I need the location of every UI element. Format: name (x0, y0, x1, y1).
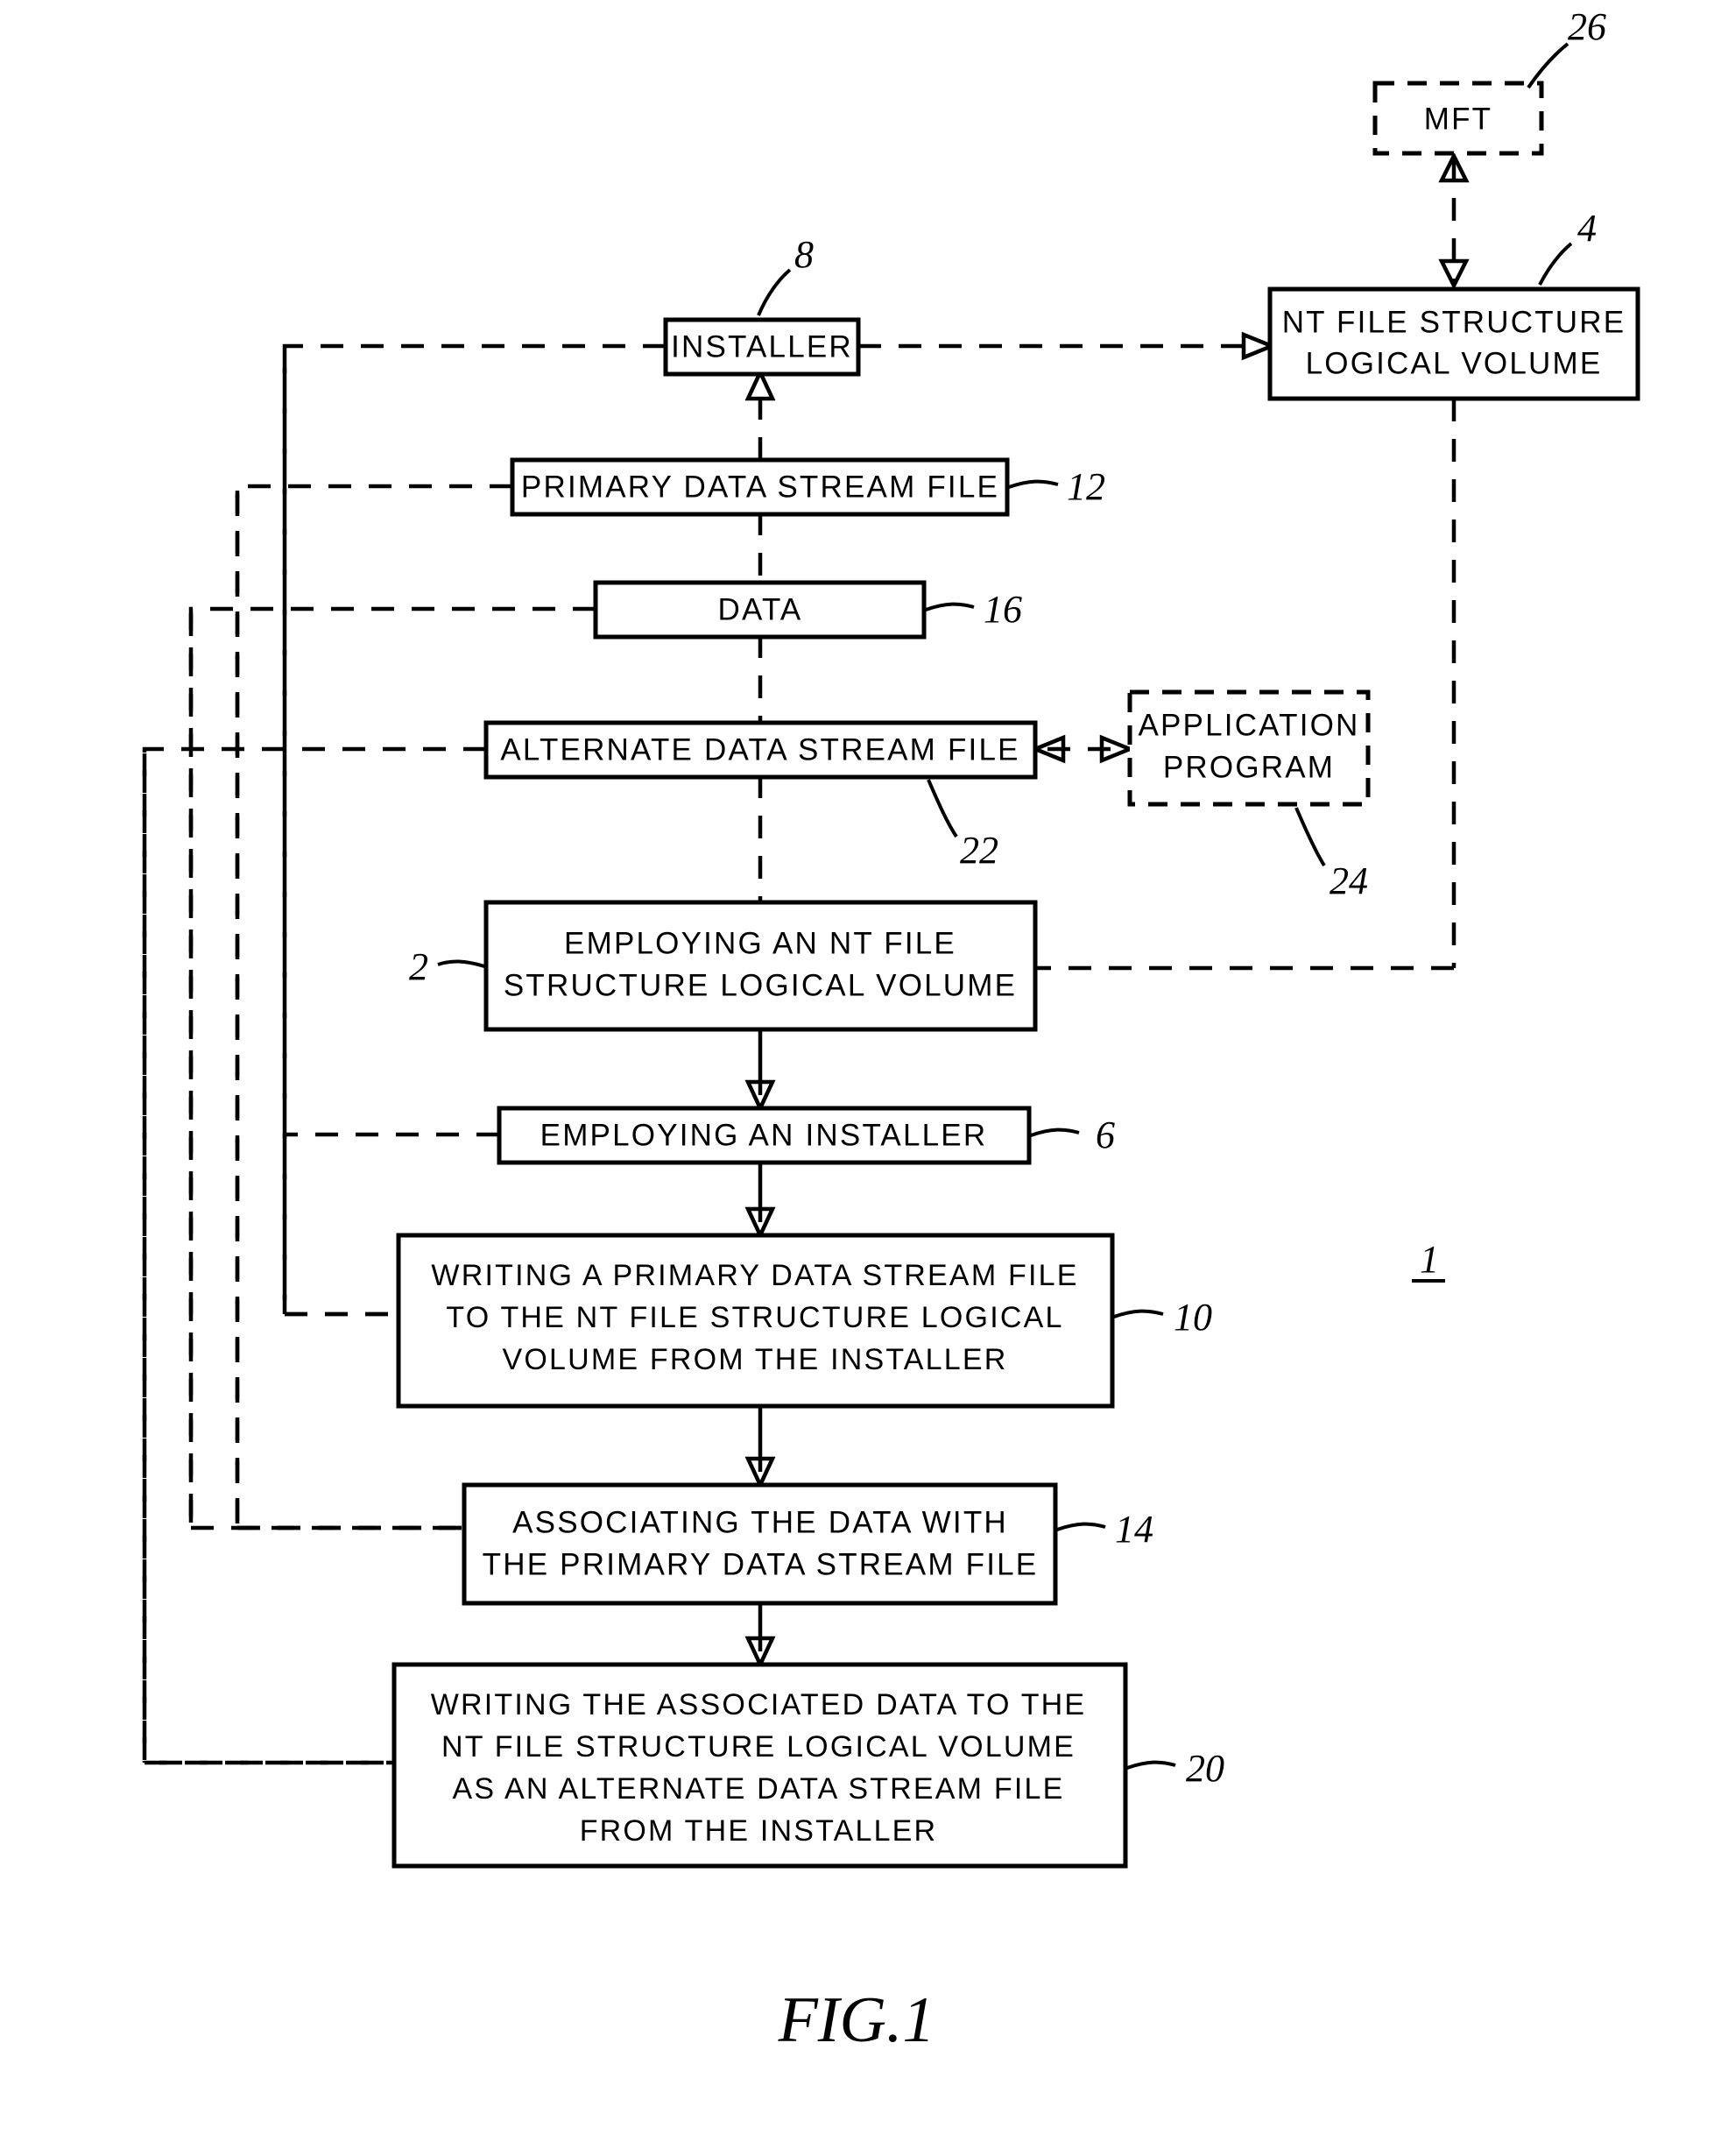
reference-numeral-12: 12 (1008, 465, 1105, 508)
box-mft-label: MFT (1424, 102, 1493, 136)
reference-numeral-10-text: 10 (1174, 1296, 1212, 1339)
reference-numeral-2-text: 2 (409, 945, 428, 988)
reference-numeral-4: 4 (1538, 207, 1597, 286)
reference-numeral-6-text: 6 (1096, 1113, 1115, 1156)
reference-numeral-24-text: 24 (1330, 859, 1368, 902)
box-step-writing-primary-line2: TO THE NT FILE STRUCTURE LOGICAL (446, 1301, 1063, 1334)
reference-numeral-10: 10 (1113, 1296, 1212, 1339)
reference-numeral-12-text: 12 (1067, 465, 1105, 508)
reference-numeral-20-text: 20 (1186, 1747, 1224, 1790)
reference-numeral-1-text: 1 (1420, 1238, 1439, 1281)
box-primary-data-stream-file-label: PRIMARY DATA STREAM FILE (521, 470, 999, 504)
flow-arrow-step6-to-step10 (744, 1161, 776, 1241)
reference-numeral-4-text: 4 (1577, 207, 1597, 250)
box-alternate-data-stream-file-label: ALTERNATE DATA STREAM FILE (500, 732, 1019, 767)
reference-numeral-1-system: 1 (1412, 1238, 1445, 1283)
box-data-label: DATA (718, 592, 803, 626)
reference-numeral-24: 24 (1294, 807, 1368, 902)
box-step-associating-line2: THE PRIMARY DATA STREAM FILE (483, 1547, 1039, 1581)
reference-numeral-8-text: 8 (794, 233, 814, 276)
reference-numeral-14-text: 14 (1115, 1508, 1153, 1551)
box-application-program-line1: APPLICATION (1138, 708, 1359, 742)
flow-arrow-step10-to-step14 (744, 1406, 776, 1490)
box-application-program[interactable]: APPLICATION PROGRAM (1127, 689, 1371, 807)
box-primary-data-stream-file[interactable]: PRIMARY DATA STREAM FILE (510, 457, 1010, 517)
box-step-writing-associated-line3: AS AN ALTERNATE DATA STREAM FILE (453, 1772, 1065, 1806)
flow-arrow-step14-to-step20 (744, 1603, 776, 1670)
box-nt-file-structure-logical-volume[interactable]: NT FILE STRUCTURE LOGICAL VOLUME (1267, 286, 1640, 401)
reference-numeral-16: 16 (925, 588, 1022, 631)
box-step-writing-associated-line1: WRITING THE ASSOCIATED DATA TO THE (431, 1688, 1087, 1721)
box-data[interactable]: DATA (593, 580, 927, 640)
reference-numeral-26: 26 (1527, 5, 1606, 89)
box-step-writing-primary[interactable]: WRITING A PRIMARY DATA STREAM FILE TO TH… (396, 1233, 1115, 1409)
left-bus-verticals (142, 350, 287, 1763)
box-step-writing-associated-line4: FROM THE INSTALLER (580, 1814, 938, 1848)
connector-alternate-file-to-application-program (1030, 734, 1135, 764)
flow-arrow-step2-to-step6 (744, 1029, 776, 1113)
reference-numeral-22-text: 22 (960, 829, 998, 872)
box-step-associating[interactable]: ASSOCIATING THE DATA WITH THE PRIMARY DA… (462, 1482, 1058, 1606)
reference-numeral-2: 2 (409, 945, 485, 988)
connector-installer-to-nt-volume (858, 331, 1277, 361)
box-installer-label: INSTALLER (671, 329, 853, 364)
box-step-employing-installer[interactable]: EMPLOYING AN INSTALLER (497, 1106, 1032, 1165)
box-step-employing-volume-line1: EMPLOYING AN NT FILE (564, 926, 956, 960)
reference-numeral-16-text: 16 (984, 588, 1022, 631)
connector-mft-to-nt-volume (1438, 151, 1470, 291)
patent-figure-1: MFT 26 NT FILE STRUCTURE LOGICAL VOLUME … (142, 5, 1640, 2056)
reference-numeral-20: 20 (1126, 1747, 1224, 1790)
box-step-associating-line1: ASSOCIATING THE DATA WITH (512, 1505, 1008, 1539)
box-step-employing-installer-label: EMPLOYING AN INSTALLER (540, 1118, 988, 1152)
figure-caption: FIG.1 (778, 1984, 935, 2056)
box-step-writing-associated-line2: NT FILE STRUCTURE LOGICAL VOLUME (441, 1730, 1076, 1764)
box-step-writing-primary-line3: VOLUME FROM THE INSTALLER (502, 1343, 1007, 1376)
box-step-employing-volume[interactable]: EMPLOYING AN NT FILE STRUCTURE LOGICAL V… (483, 900, 1038, 1032)
reference-numeral-6: 6 (1030, 1113, 1115, 1156)
reference-numeral-22: 22 (927, 779, 998, 872)
reference-numeral-14: 14 (1056, 1508, 1153, 1551)
reference-numeral-8: 8 (757, 233, 814, 316)
box-nt-volume-line1: NT FILE STRUCTURE (1282, 305, 1626, 339)
box-application-program-line2: PROGRAM (1163, 750, 1335, 784)
box-step-employing-volume-line2: STRUCTURE LOGICAL VOLUME (504, 968, 1017, 1002)
box-installer[interactable]: INSTALLER (663, 317, 861, 377)
box-nt-volume-line2: LOGICAL VOLUME (1306, 346, 1603, 380)
box-step-writing-associated[interactable]: WRITING THE ASSOCIATED DATA TO THE NT FI… (391, 1662, 1128, 1869)
box-mft[interactable]: MFT (1372, 81, 1544, 156)
reference-numeral-26-text: 26 (1568, 5, 1606, 48)
box-alternate-data-stream-file[interactable]: ALTERNATE DATA STREAM FILE (483, 720, 1038, 780)
box-step-writing-primary-line1: WRITING A PRIMARY DATA STREAM FILE (431, 1259, 1078, 1292)
